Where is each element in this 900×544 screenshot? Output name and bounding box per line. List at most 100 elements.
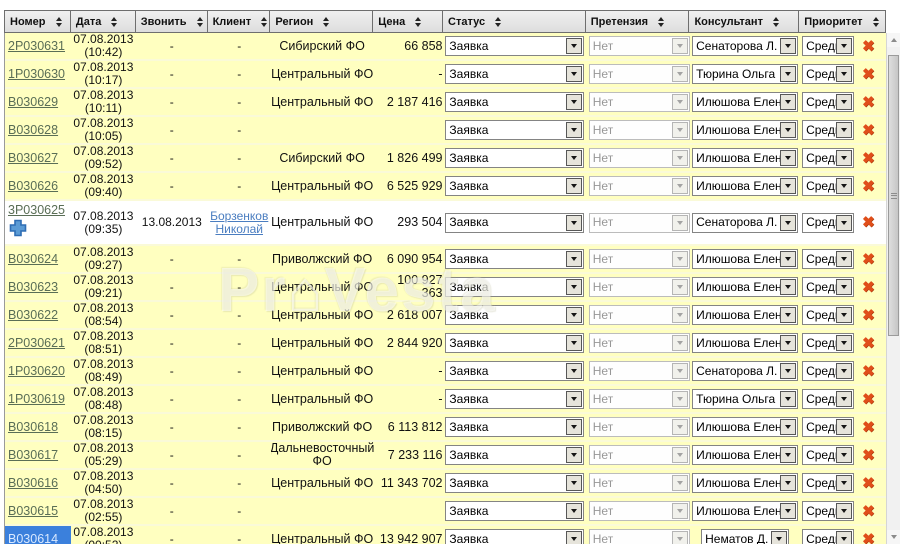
delete-icon[interactable]: ✖	[862, 532, 875, 544]
priority-select[interactable]: Средн	[802, 64, 854, 84]
consultant-select[interactable]: Илюшова Елена	[692, 120, 798, 140]
status-select[interactable]: Заявка	[445, 213, 584, 233]
dropdown-button[interactable]	[780, 503, 796, 519]
dropdown-button[interactable]	[836, 94, 852, 110]
status-select[interactable]: Заявка	[445, 333, 584, 353]
status-select[interactable]: Заявка	[445, 501, 584, 521]
consultant-select[interactable]: Илюшова Елена	[692, 249, 798, 269]
sort-icon[interactable]	[415, 17, 421, 27]
order-number-link[interactable]: В030614	[8, 533, 58, 544]
column-header-7[interactable]: Претензия	[586, 11, 690, 32]
order-number-link[interactable]: В030616	[8, 477, 58, 490]
column-header-9[interactable]: Приоритет	[799, 11, 885, 32]
priority-select[interactable]: Средн	[802, 389, 854, 409]
order-number-link[interactable]: В030624	[8, 253, 58, 266]
order-number-link[interactable]: 2Р030621	[8, 337, 65, 350]
dropdown-button[interactable]	[836, 419, 852, 435]
consultant-select[interactable]: Сенаторова Л. Л.	[692, 36, 798, 56]
dropdown-button[interactable]	[836, 66, 852, 82]
delete-icon[interactable]: ✖	[862, 123, 875, 138]
status-select[interactable]: Заявка	[445, 176, 584, 196]
dropdown-button[interactable]	[566, 150, 582, 166]
priority-select[interactable]: Средн	[802, 92, 854, 112]
dropdown-button[interactable]	[836, 503, 852, 519]
status-select[interactable]: Заявка	[445, 417, 584, 437]
dropdown-button[interactable]	[566, 178, 582, 194]
delete-icon[interactable]: ✖	[862, 39, 875, 54]
dropdown-button[interactable]	[566, 363, 582, 379]
dropdown-button[interactable]	[780, 279, 796, 295]
status-select[interactable]: Заявка	[445, 389, 584, 409]
consultant-select[interactable]: Илюшова Елена	[692, 92, 798, 112]
delete-icon[interactable]: ✖	[862, 504, 875, 519]
order-number-link[interactable]: В030623	[8, 281, 58, 294]
dropdown-button[interactable]	[780, 94, 796, 110]
dropdown-button[interactable]	[780, 447, 796, 463]
consultant-select[interactable]: Илюшова Елена	[692, 305, 798, 325]
dropdown-button[interactable]	[780, 363, 796, 379]
priority-select[interactable]: Средн	[802, 36, 854, 56]
order-number-link[interactable]: 2Р030631	[8, 40, 65, 53]
scrollbar-thumb[interactable]	[888, 55, 899, 336]
delete-icon[interactable]: ✖	[862, 364, 875, 379]
dropdown-button[interactable]	[836, 447, 852, 463]
dropdown-button[interactable]	[780, 419, 796, 435]
order-number-link[interactable]: В030627	[8, 152, 58, 165]
order-number-link[interactable]: В030626	[8, 180, 58, 193]
priority-select[interactable]: Средн	[802, 333, 854, 353]
dropdown-button[interactable]	[836, 475, 852, 491]
priority-select[interactable]: Средн	[802, 148, 854, 168]
dropdown-button[interactable]	[566, 215, 582, 231]
status-select[interactable]: Заявка	[445, 445, 584, 465]
dropdown-button[interactable]	[780, 178, 796, 194]
consultant-select[interactable]: Илюшова Елена	[692, 277, 798, 297]
delete-icon[interactable]: ✖	[862, 308, 875, 323]
order-number-link[interactable]: В030617	[8, 449, 58, 462]
status-select[interactable]: Заявка	[445, 120, 584, 140]
consultant-select[interactable]: Тюрина Ольга	[692, 64, 798, 84]
dropdown-button[interactable]	[566, 447, 582, 463]
dropdown-button[interactable]	[780, 215, 796, 231]
dropdown-button[interactable]	[836, 150, 852, 166]
dropdown-button[interactable]	[836, 122, 852, 138]
dropdown-button[interactable]	[566, 279, 582, 295]
dropdown-button[interactable]	[836, 531, 852, 544]
order-number-link[interactable]: В030622	[8, 309, 58, 322]
consultant-select[interactable]: Илюшова Елена	[692, 333, 798, 353]
sort-icon[interactable]	[197, 17, 203, 27]
dropdown-button[interactable]	[566, 307, 582, 323]
column-header-2[interactable]: Звонить	[136, 11, 208, 32]
sort-icon[interactable]	[873, 17, 879, 27]
dropdown-button[interactable]	[566, 251, 582, 267]
dropdown-button[interactable]	[771, 531, 787, 544]
dropdown-button[interactable]	[566, 335, 582, 351]
order-number-link[interactable]: В030618	[8, 421, 58, 434]
delete-icon[interactable]: ✖	[862, 476, 875, 491]
dropdown-button[interactable]	[836, 307, 852, 323]
dropdown-button[interactable]	[566, 391, 582, 407]
dropdown-button[interactable]	[836, 251, 852, 267]
dropdown-button[interactable]	[566, 531, 582, 544]
order-number-link[interactable]: В030615	[8, 505, 58, 518]
status-select[interactable]: Заявка	[445, 249, 584, 269]
status-select[interactable]: Заявка	[445, 92, 584, 112]
delete-icon[interactable]: ✖	[862, 67, 875, 82]
status-select[interactable]: Заявка	[445, 36, 584, 56]
dropdown-button[interactable]	[836, 279, 852, 295]
sort-icon[interactable]	[495, 17, 501, 27]
dropdown-button[interactable]	[566, 122, 582, 138]
status-select[interactable]: Заявка	[445, 529, 584, 544]
priority-select[interactable]: Средн	[802, 473, 854, 493]
priority-select[interactable]: Средн	[802, 213, 854, 233]
consultant-select[interactable]: Нематов Д. Д.	[701, 529, 789, 544]
dropdown-button[interactable]	[780, 391, 796, 407]
priority-select[interactable]: Средн	[802, 501, 854, 521]
dropdown-button[interactable]	[780, 307, 796, 323]
column-header-3[interactable]: Клиент	[208, 11, 271, 32]
column-header-1[interactable]: Дата	[71, 11, 136, 32]
delete-icon[interactable]: ✖	[862, 151, 875, 166]
order-number-link[interactable]: 1Р030619	[8, 393, 65, 406]
status-select[interactable]: Заявка	[445, 305, 584, 325]
column-header-0[interactable]: Номер	[5, 11, 71, 32]
status-select[interactable]: Заявка	[445, 148, 584, 168]
